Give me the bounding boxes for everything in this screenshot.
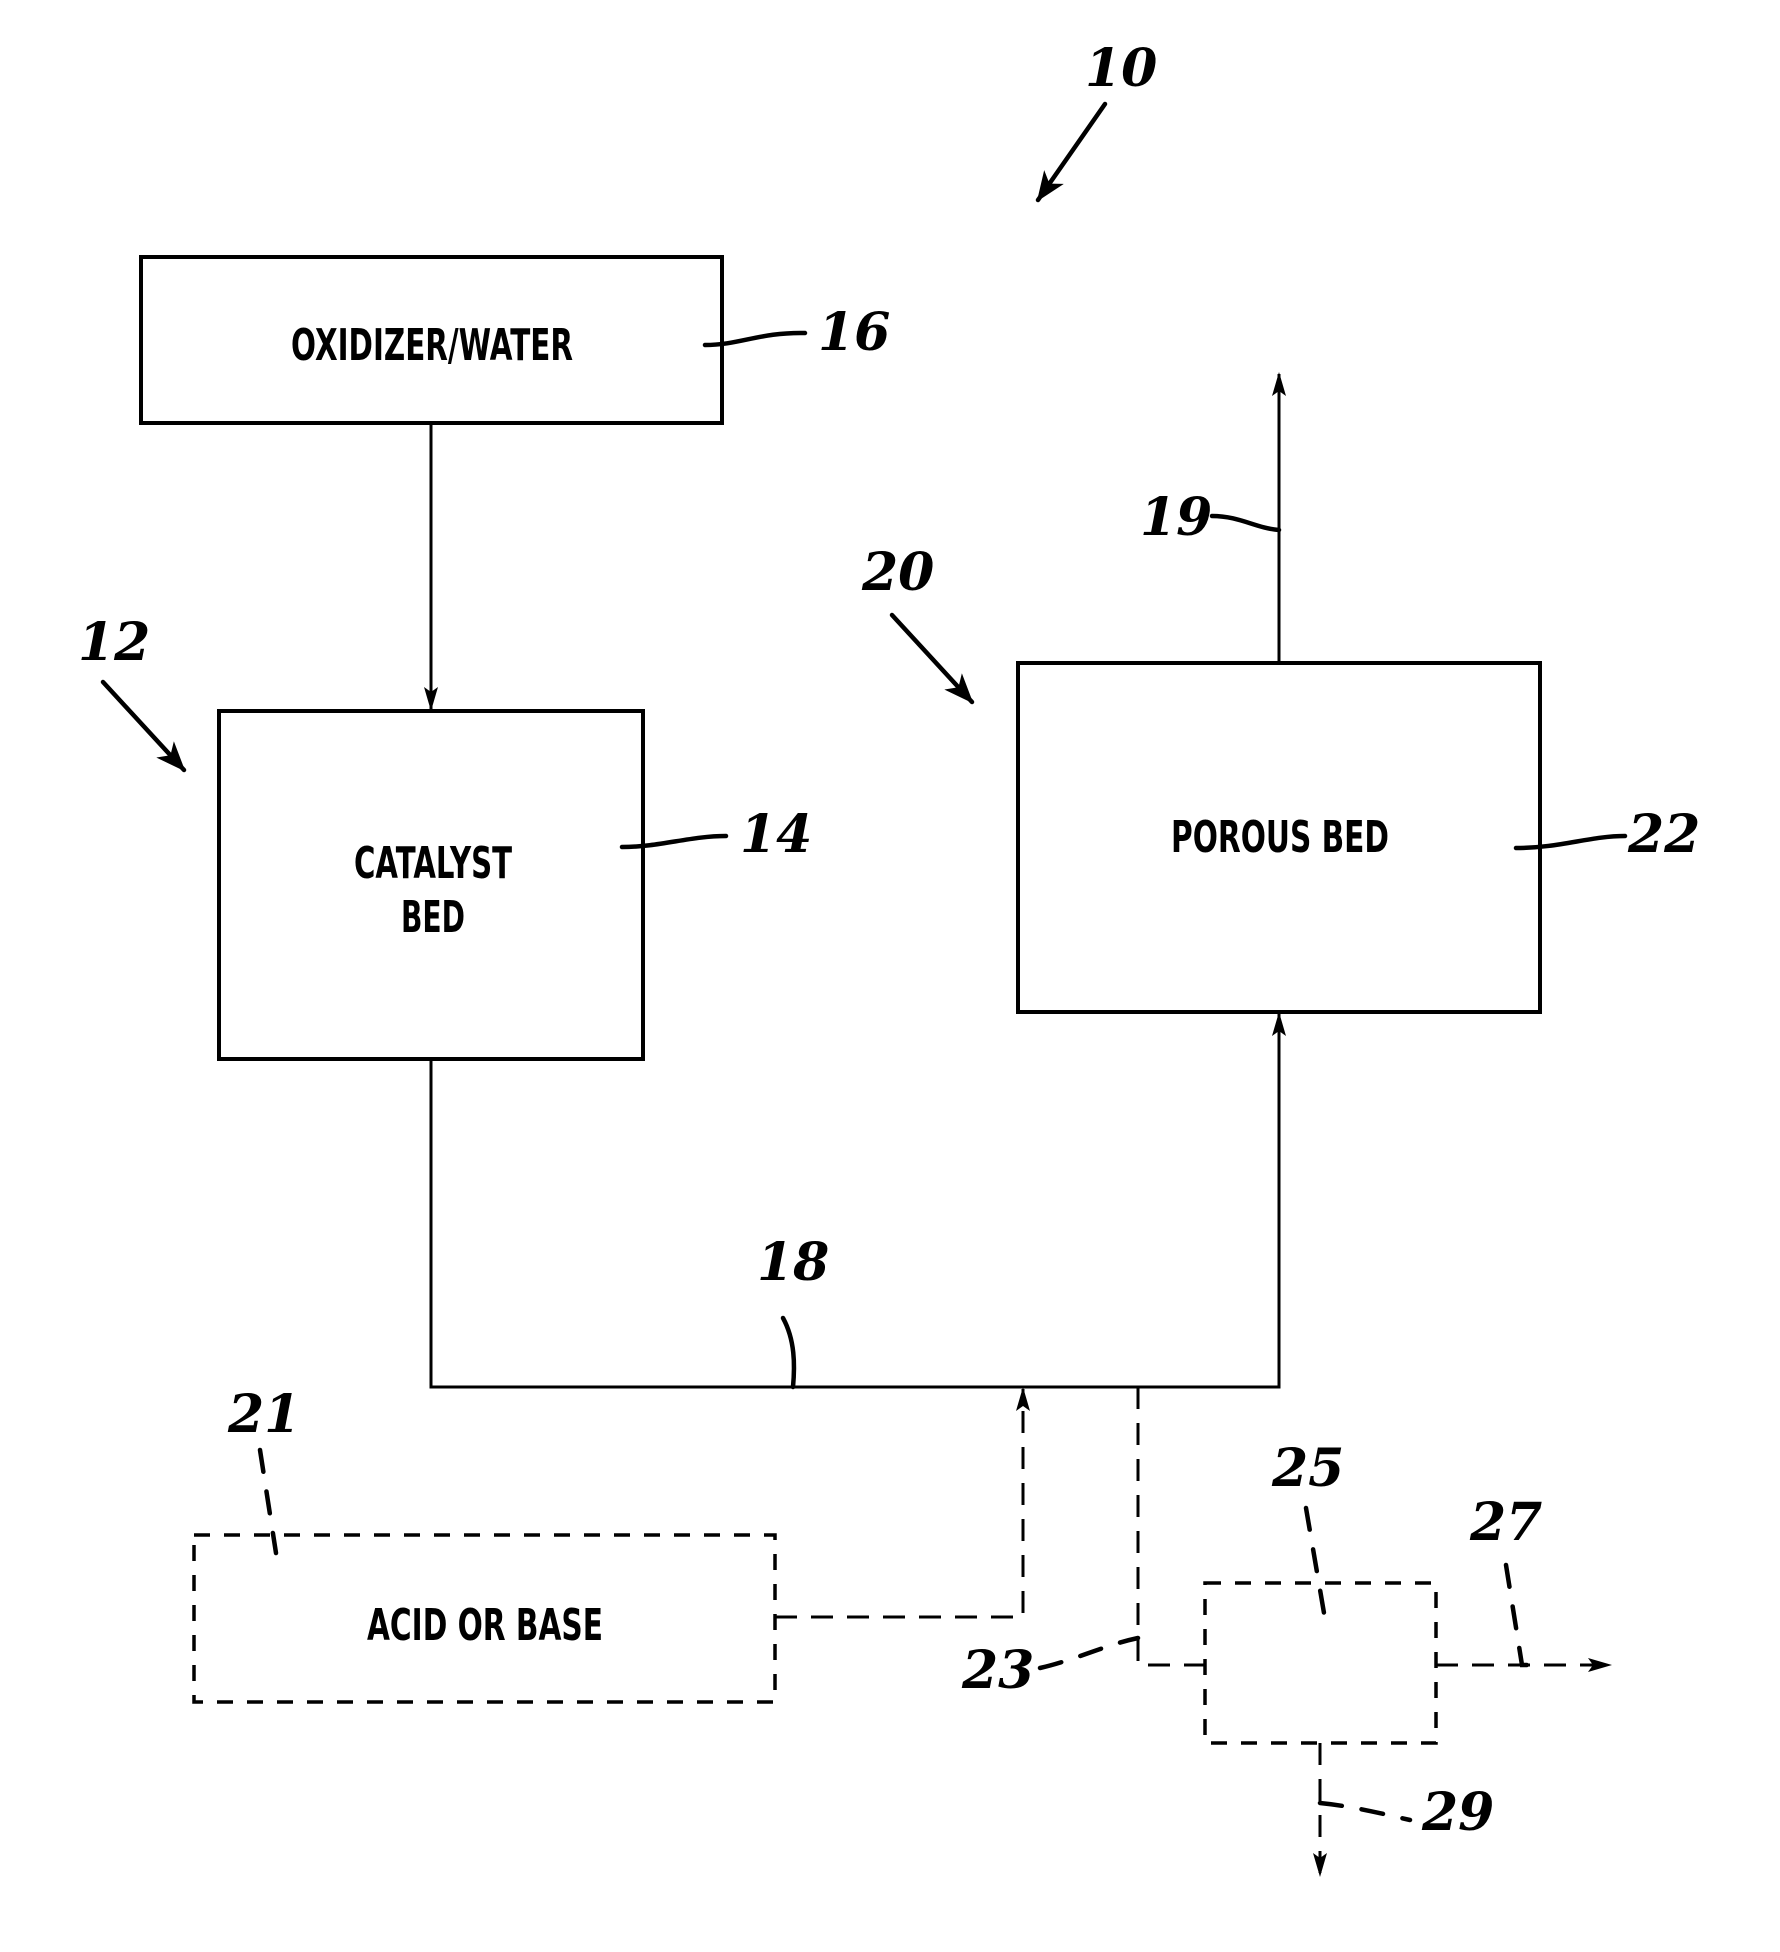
ref-23-leader [1037,1635,1141,1671]
ref-18-leader [780,1315,797,1390]
ref-16: 16 [818,302,890,363]
acid-or-base-label: ACID OR BASE [367,1600,603,1651]
catalyst-bed-label-line1: CATALYST [354,838,512,889]
ref-25-leader [1303,1505,1327,1616]
catalyst-bed-block: CATALYST BED [217,709,645,1061]
ref-14: 14 [740,804,812,865]
ref-21: 21 [227,1384,300,1445]
split-to-separator-line [1136,1387,1205,1667]
catalyst-to-porous-line [429,1012,1286,1389]
ref-22-leader [1513,833,1628,851]
ref-10: 10 [1085,38,1157,99]
catalyst-bed-label-line2: BED [401,892,465,943]
ref-19: 19 [1140,487,1212,548]
ref-27-leader [1503,1562,1543,1668]
ref-19-leader [1209,513,1282,533]
ref-12: 12 [78,612,150,673]
ref-23: 23 [961,1640,1034,1701]
ref-27: 27 [1469,1492,1542,1553]
ref-22: 22 [1627,804,1700,865]
ref-29-leader [1317,1800,1413,1823]
acid-or-base-block: ACID OR BASE [192,1533,777,1704]
oxidizer-water-label: OXIDIZER/WATER [291,320,573,371]
oxidizer-water-block: OXIDIZER/WATER [139,255,724,425]
porous-bed-label: POROUS BED [1171,812,1389,863]
process-diagram: 10 OXIDIZER/WATER 16 12 CATALYST BED 14 … [78,38,1700,1877]
ref-20: 20 [861,542,934,603]
separator-box [1203,1581,1438,1745]
porous-bed-block: POROUS BED [1016,661,1542,1014]
ref-29: 29 [1421,1782,1494,1843]
ref-18: 18 [757,1232,829,1293]
ref-10-arrow [1035,101,1108,203]
acid-to-connector-line [775,1387,1030,1619]
ref-14-leader [619,833,729,850]
ref-21-leader [257,1447,279,1556]
ref-20-arrow [889,612,975,705]
ref-12-arrow [100,679,187,773]
ref-25: 25 [1271,1438,1344,1499]
